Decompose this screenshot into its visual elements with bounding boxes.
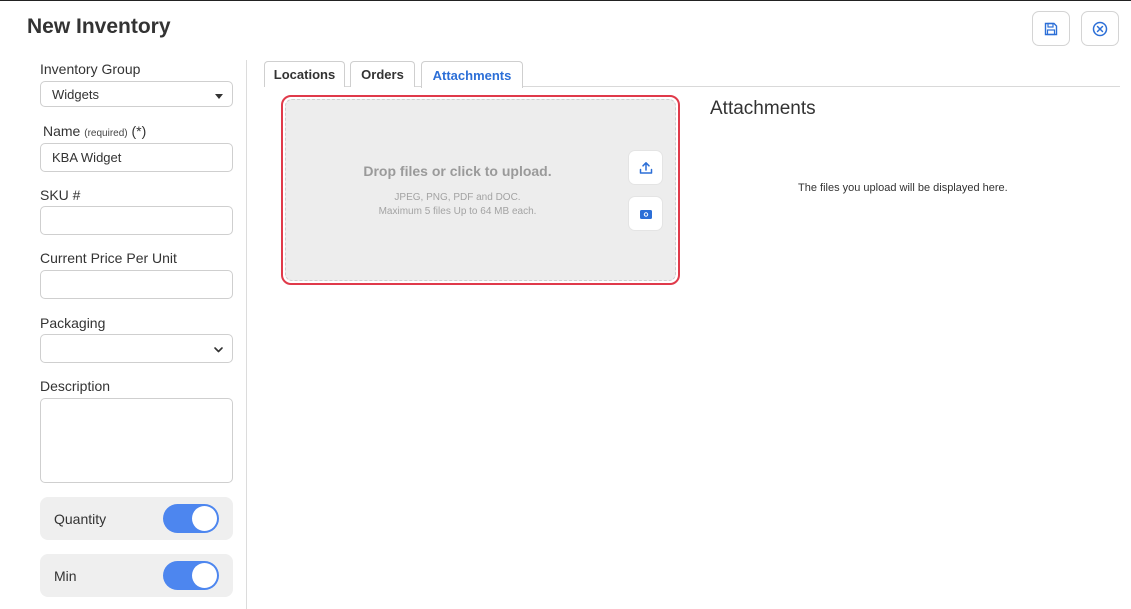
upload-icon [639, 161, 652, 174]
caret-down-icon [215, 94, 223, 99]
close-button[interactable] [1081, 11, 1119, 46]
name-required-mark: (*) [131, 123, 147, 139]
attachments-title: Attachments [710, 98, 816, 119]
inventory-group-select[interactable]: Widgets [40, 81, 233, 107]
upload-instruction: Drop files or click to upload. [363, 163, 552, 179]
upload-limits: Maximum 5 files Up to 64 MB each. [378, 206, 537, 217]
price-input[interactable] [40, 270, 233, 299]
upload-button[interactable] [629, 151, 662, 184]
tab-orders[interactable]: Orders [350, 61, 415, 87]
name-input[interactable]: KBA Widget [40, 143, 233, 172]
sku-input[interactable] [40, 206, 233, 235]
attachments-empty-message: The files you upload will be displayed h… [798, 182, 1008, 194]
price-label: Current Price Per Unit [40, 250, 177, 266]
toggle-knob [192, 563, 217, 588]
name-required-hint: (required) [84, 128, 128, 139]
close-circle-icon [1092, 21, 1108, 36]
chevron-down-icon [214, 347, 223, 353]
description-label: Description [40, 378, 111, 394]
quantity-label: Quantity [54, 510, 107, 527]
camera-icon [639, 209, 652, 219]
quantity-toggle[interactable] [163, 504, 219, 533]
camera-button[interactable] [629, 197, 662, 230]
tab-locations[interactable]: Locations [264, 61, 345, 87]
inventory-group-label: Inventory Group [40, 61, 141, 77]
save-button[interactable] [1032, 11, 1070, 46]
packaging-select[interactable] [40, 334, 233, 363]
packaging-label: Packaging [40, 315, 106, 331]
min-label: Min [54, 567, 77, 584]
upload-dropzone[interactable]: Drop files or click to upload. JPEG, PNG… [285, 99, 676, 281]
description-textarea[interactable] [40, 398, 233, 483]
toggle-knob [192, 506, 217, 531]
name-label-text: Name [43, 123, 81, 139]
tab-attachments[interactable]: Attachments [421, 61, 523, 88]
name-label: Name (required) (*) [43, 123, 146, 139]
upload-formats: JPEG, PNG, PDF and DOC. [394, 192, 521, 203]
name-value: KBA Widget [52, 150, 122, 165]
sku-label: SKU # [40, 187, 81, 203]
inventory-group-value: Widgets [52, 86, 99, 102]
top-border [0, 0, 1131, 1]
quantity-toggle-row: Quantity [40, 497, 233, 540]
page-title: New Inventory [27, 15, 171, 38]
min-toggle[interactable] [163, 561, 219, 590]
save-icon [1044, 22, 1058, 35]
min-toggle-row: Min [40, 554, 233, 597]
sidebar-divider [246, 60, 247, 609]
